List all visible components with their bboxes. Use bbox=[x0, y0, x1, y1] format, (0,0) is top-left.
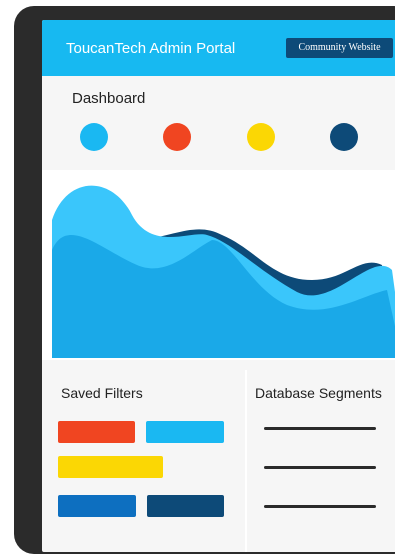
section-divider bbox=[245, 370, 247, 552]
saved-filter-chip[interactable] bbox=[58, 495, 136, 517]
saved-filter-chip[interactable] bbox=[147, 495, 224, 517]
app-screen: ToucanTech Admin Portal Community Websit… bbox=[42, 20, 395, 552]
database-segments-title: Database Segments bbox=[255, 385, 382, 401]
app-title: ToucanTech Admin Portal bbox=[66, 40, 236, 57]
area-chart-svg bbox=[52, 185, 395, 358]
database-segment-item[interactable] bbox=[264, 505, 376, 508]
database-segment-item[interactable] bbox=[264, 466, 376, 469]
area-chart bbox=[42, 170, 395, 360]
community-website-button[interactable]: Community Website bbox=[286, 38, 393, 58]
saved-filters-title: Saved Filters bbox=[61, 385, 143, 401]
status-dot-red[interactable] bbox=[163, 123, 191, 151]
status-dot-blue[interactable] bbox=[80, 123, 108, 151]
saved-filter-chip[interactable] bbox=[146, 421, 224, 443]
database-segment-item[interactable] bbox=[264, 427, 376, 430]
status-dot-navy[interactable] bbox=[330, 123, 358, 151]
top-bar: ToucanTech Admin Portal Community Websit… bbox=[42, 20, 395, 76]
dashboard-title: Dashboard bbox=[72, 90, 146, 107]
saved-filter-chip[interactable] bbox=[58, 456, 163, 478]
saved-filter-chip[interactable] bbox=[58, 421, 135, 443]
device-frame: ToucanTech Admin Portal Community Websit… bbox=[14, 6, 395, 554]
status-dot-yellow[interactable] bbox=[247, 123, 275, 151]
